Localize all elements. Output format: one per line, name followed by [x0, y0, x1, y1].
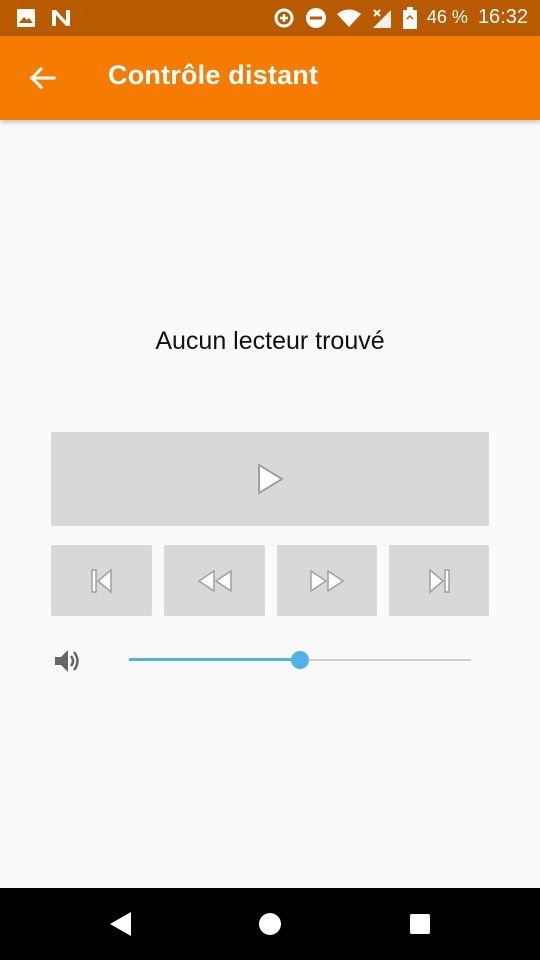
nav-back-button[interactable]: [102, 906, 138, 942]
n-logo-icon: [52, 10, 70, 26]
play-button[interactable]: [51, 432, 489, 526]
clock: 16:32: [477, 6, 528, 28]
volume-icon: [55, 650, 79, 672]
nav-back-icon: [110, 912, 131, 936]
data-saver-icon: [274, 8, 294, 27]
rewind-button[interactable]: [164, 545, 265, 616]
next-button[interactable]: [389, 545, 489, 616]
fast-forward-icon: [310, 569, 345, 592]
volume-slider[interactable]: [129, 650, 471, 670]
skip-next-icon: [429, 567, 450, 594]
nav-recents-icon: [410, 914, 430, 934]
volume-button[interactable]: [52, 646, 82, 676]
navigation-bar: [0, 888, 540, 960]
skip-previous-icon: [90, 567, 112, 594]
rewind-icon: [197, 569, 232, 592]
app-bar: Contrôle distant: [0, 36, 540, 120]
no-player-message: Aucun lecteur trouvé: [155, 327, 385, 355]
battery-level: 46 %: [426, 7, 468, 27]
fast-forward-button[interactable]: [277, 545, 377, 616]
previous-button[interactable]: [51, 545, 152, 616]
play-icon: [258, 463, 284, 495]
volume-thumb[interactable]: [291, 651, 309, 669]
arrow-back-icon: [29, 66, 56, 90]
battery-icon: [402, 6, 417, 29]
back-button[interactable]: [22, 56, 66, 100]
image-icon: [17, 9, 35, 27]
nav-recents-button[interactable]: [402, 906, 438, 942]
do-not-disturb-icon: [305, 7, 326, 28]
status-bar: 46 % 16:32: [0, 0, 540, 36]
nav-home-button[interactable]: [252, 906, 288, 942]
page-title: Contrôle distant: [108, 60, 319, 90]
nav-home-icon: [259, 913, 281, 935]
signal-icon: [372, 8, 391, 28]
wifi-icon: [336, 9, 361, 27]
volume-fill: [129, 658, 300, 661]
